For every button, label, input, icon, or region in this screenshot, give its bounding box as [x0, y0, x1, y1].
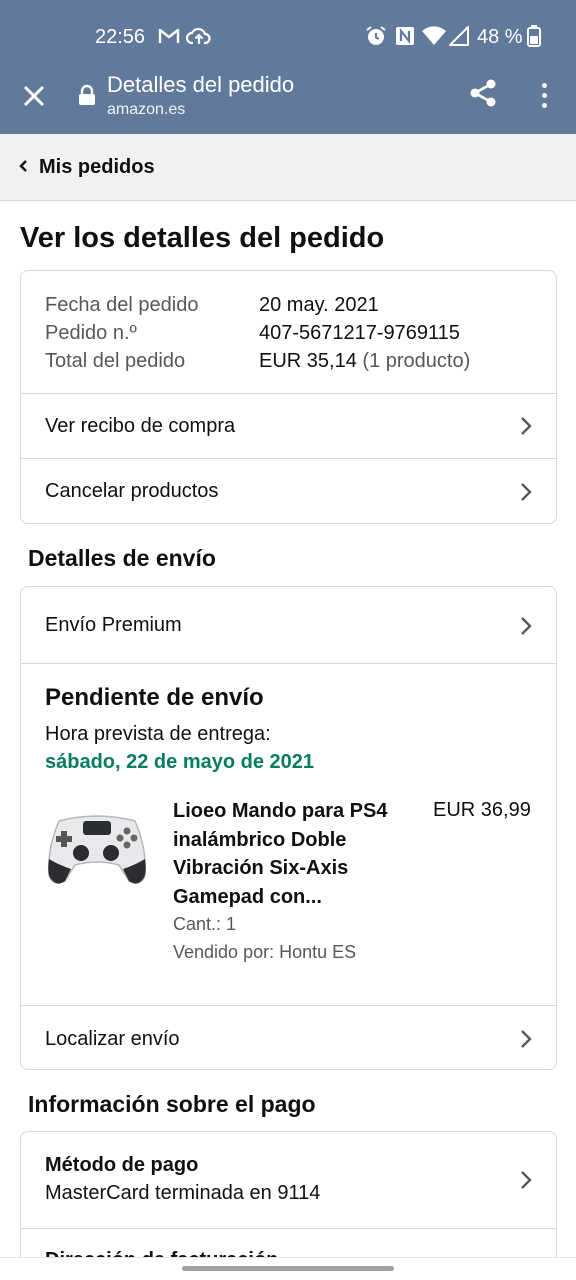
battery-percent: 48 %: [477, 26, 523, 48]
alarm-icon: [364, 24, 388, 48]
payment-heading: Información sobre el pago: [28, 1091, 316, 1117]
battery-icon: [525, 24, 543, 48]
page-title: Ver los detalles del pedido: [20, 222, 385, 254]
receipt-row[interactable]: Ver recibo de compra: [21, 393, 556, 458]
track-shipment-row[interactable]: Localizar envío: [21, 1005, 556, 1069]
order-total-amount: EUR 35,14: [259, 350, 357, 372]
product-title-line[interactable]: Lioeo Mando para PS4: [173, 797, 413, 826]
gmail-icon: [157, 24, 181, 48]
product-title[interactable]: Lioeo Mando para PS4 inalámbrico Doble V…: [173, 797, 413, 911]
gesture-handle[interactable]: [182, 1266, 394, 1271]
product-price: EUR 36,99: [433, 799, 531, 821]
dot-icon: [541, 82, 547, 88]
shipment-status: Pendiente de envío: [45, 684, 264, 711]
order-total-value: EUR 35,14 (1 producto): [259, 350, 470, 373]
shipping-heading: Detalles de envío: [28, 545, 216, 571]
receipt-link[interactable]: Ver recibo de compra: [45, 415, 235, 438]
product-title-line[interactable]: Vibración Six-Axis: [173, 854, 413, 883]
cloud-upload-icon: [186, 24, 212, 48]
close-button[interactable]: [18, 80, 50, 112]
breadcrumb[interactable]: Mis pedidos: [0, 134, 576, 201]
shipping-method-row[interactable]: Envío Premium: [21, 587, 556, 663]
dot-icon: [541, 92, 547, 98]
order-date-value: 20 may. 2021: [259, 294, 379, 316]
eta-label: Hora prevista de entrega:: [45, 723, 271, 745]
order-total-items: (1 producto): [362, 350, 471, 372]
signal-icon: [448, 24, 470, 48]
chevron-right-icon: [521, 1030, 532, 1048]
cancel-products-link[interactable]: Cancelar productos: [45, 480, 218, 503]
lock-icon: [78, 84, 98, 108]
order-date-label: Fecha del pedido: [45, 294, 199, 316]
shipping-method[interactable]: Envío Premium: [45, 614, 182, 637]
breadcrumb-label[interactable]: Mis pedidos: [39, 156, 155, 179]
chevron-right-icon: [521, 617, 532, 635]
shipping-card: Envío Premium Pendiente de envío Hora pr…: [20, 586, 557, 1070]
page-title-chrome: Detalles del pedido: [107, 72, 295, 97]
shipment-block: Pendiente de envío Hora prevista de entr…: [21, 663, 556, 1005]
browser-chrome: 22:56 48 % Detalles del pedido amazon.es: [0, 0, 576, 134]
product-title-line[interactable]: inalámbrico Doble: [173, 826, 413, 855]
order-summary-card: Fecha del pedido 20 may. 2021 Pedido n.º…: [20, 270, 557, 524]
product-image[interactable]: [45, 809, 149, 889]
track-shipment-link[interactable]: Localizar envío: [45, 1028, 180, 1051]
payment-method-value: MasterCard terminada en 9114: [45, 1182, 321, 1204]
wifi-icon: [421, 24, 447, 48]
product-qty: Cant.: 1: [173, 914, 237, 934]
browser-toolbar: Detalles del pedido amazon.es: [0, 70, 576, 134]
payment-method-label: Método de pago: [45, 1154, 199, 1176]
order-total-label: Total del pedido: [45, 350, 186, 372]
share-icon: [470, 79, 496, 107]
payment-method-row[interactable]: Método de pago MasterCard terminada en 9…: [21, 1132, 556, 1228]
status-time: 22:56: [95, 26, 146, 48]
product-seller: Vendido por: Hontu ES: [173, 942, 357, 962]
order-number-value: 407-5671217-9769115: [259, 322, 460, 344]
close-icon: [23, 85, 45, 107]
eta-date: sábado, 22 de mayo de 2021: [45, 751, 315, 773]
gamepad-icon: [47, 815, 147, 884]
chevron-right-icon: [521, 483, 532, 501]
dot-icon: [541, 102, 547, 108]
share-button[interactable]: [468, 78, 502, 112]
page-url[interactable]: amazon.es: [107, 101, 185, 119]
more-options-button[interactable]: [532, 78, 556, 112]
nfc-icon: [394, 24, 416, 48]
status-bar: 22:56 48 %: [0, 0, 576, 70]
chevron-left-icon: [19, 160, 27, 172]
chevron-right-icon: [521, 1171, 532, 1189]
product-title-line[interactable]: Gamepad con...: [173, 883, 413, 912]
cancel-products-row[interactable]: Cancelar productos: [21, 458, 556, 523]
chevron-right-icon: [521, 417, 532, 435]
order-number-label: Pedido n.º: [45, 322, 137, 344]
